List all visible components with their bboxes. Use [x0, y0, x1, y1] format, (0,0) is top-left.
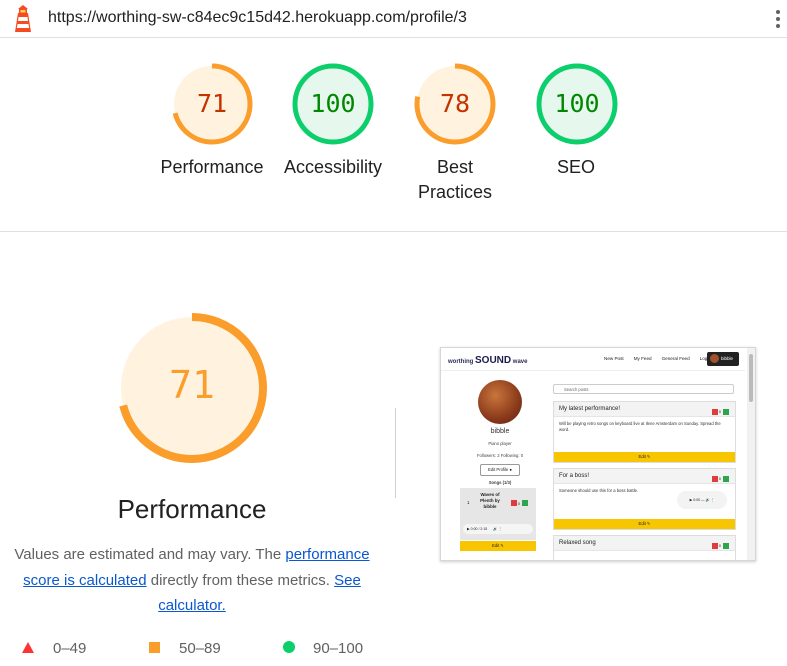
page-screenshot-thumbnail[interactable]: worthing SOUND wave New Post My Feed Gener… [440, 347, 756, 561]
thumb-post-3: Relaxed song 0 [553, 535, 736, 560]
thumb-user-button: bibble [707, 352, 739, 366]
thumb-follows: Followers: 2 Following: 0 [476, 453, 524, 458]
kebab-menu-icon[interactable] [775, 8, 781, 30]
performance-title: Performance [117, 494, 267, 524]
thumb-user-avatar-icon [710, 354, 719, 364]
thumb-post-2: For a boss! 0 Someone should use this for… [553, 468, 736, 530]
vertical-divider [395, 408, 396, 498]
thumb-bio: Piano player [488, 441, 512, 446]
accessibility-label: Accessibility [283, 157, 383, 177]
red-triangle-icon [22, 642, 34, 653]
thumb-brand-logo: worthing SOUND wave [448, 355, 528, 366]
thumb-search-input: Search posts [553, 384, 734, 394]
thumb-navbar: worthing SOUND wave New Post My Feed Gener… [441, 348, 745, 371]
seo-score: 100 [554, 89, 600, 118]
thumb-songs-heading: Songs (1/3) [488, 480, 512, 485]
best-practices-gauge[interactable]: 78 [413, 62, 497, 146]
thumb-song-title: Waves of Plenth by bibble [480, 492, 500, 509]
performance-description: Values are estimated and may vary. The p… [14, 546, 370, 614]
performance-score: 71 [196, 89, 228, 118]
best-practices-score: 78 [439, 89, 471, 118]
thumb-username: bibble [490, 428, 510, 435]
orange-square-icon [149, 642, 160, 653]
thumb-post-1: My latest performance! 0 Will be playing … [553, 401, 736, 463]
accessibility-score: 100 [310, 89, 356, 118]
lighthouse-icon [15, 5, 31, 32]
thumb-edit-profile-button: Edit Profile ● [480, 464, 520, 476]
performance-label: Performance [160, 157, 264, 177]
thumb-audio-player: ▶ 0:00 / 2:15 🔊 ⋮ [463, 524, 533, 534]
thumb-song-edit-button: Edit ✎ [460, 541, 536, 551]
best-practices-label: Best Practices [417, 157, 493, 202]
thumb-profile-avatar [478, 380, 522, 424]
green-circle-icon [283, 641, 295, 653]
thumb-scrollbar [747, 348, 755, 560]
seo-gauge[interactable]: 100 [535, 62, 619, 146]
browser-address-bar: https://worthing-sw-c84ec9c15d42.herokua… [0, 0, 787, 38]
performance-score-large: 71 [169, 363, 215, 407]
thumb-song-badges: 0 [510, 500, 528, 506]
seo-label: SEO [556, 157, 595, 177]
performance-gauge-large: 71 [116, 312, 268, 464]
page-url[interactable]: https://worthing-sw-c84ec9c15d42.herokua… [48, 9, 467, 27]
thumb-song-card: 1 Waves of Plenth by bibble 0 ▶ 0:00 / 2… [460, 488, 536, 540]
performance-gauge[interactable]: 71 [170, 62, 254, 146]
section-divider [0, 231, 787, 232]
accessibility-gauge[interactable]: 100 [291, 62, 375, 146]
thumb-nav-links: New PostMy FeedGeneral FeedLog out [604, 356, 715, 361]
